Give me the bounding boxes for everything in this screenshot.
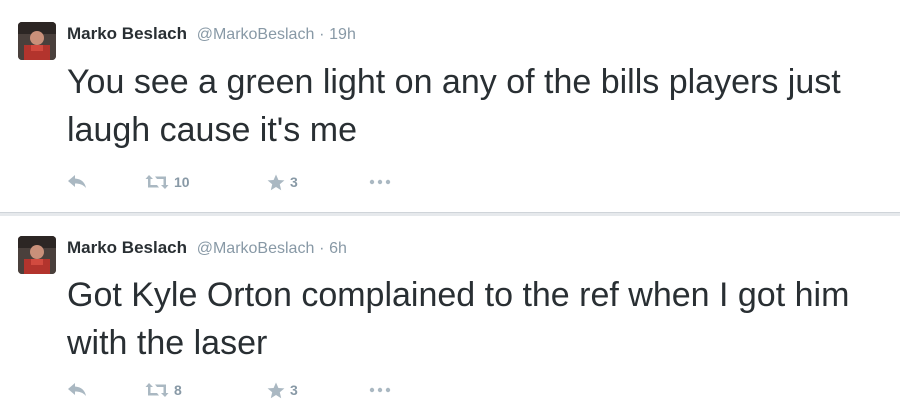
favorite-count: 3 [290, 382, 298, 398]
timestamp[interactable]: 6h [329, 240, 347, 257]
more-button[interactable] [369, 172, 391, 192]
tweet-header: Marko Beslach @MarkoBeslach · 6h [67, 238, 347, 258]
user-handle[interactable]: @MarkoBeslach [197, 26, 315, 43]
tweet-2: Marko Beslach @MarkoBeslach · 6h Got Kyl… [0, 216, 900, 420]
star-icon [267, 174, 285, 191]
reply-icon [67, 382, 87, 398]
favorite-button[interactable]: 3 [267, 380, 298, 400]
favorite-button[interactable]: 3 [267, 172, 298, 192]
ellipsis-icon [369, 387, 391, 393]
user-fullname[interactable]: Marko Beslach [67, 238, 187, 257]
tweet-text: Got Kyle Orton complained to the ref whe… [67, 276, 850, 362]
tweet-header: Marko Beslach @MarkoBeslach · 19h [67, 24, 356, 44]
tweet-text: You see a green light on any of the bill… [67, 63, 841, 149]
reply-button[interactable] [67, 380, 87, 400]
ellipsis-icon [369, 179, 391, 185]
retweet-count: 8 [174, 382, 182, 398]
separator: · [319, 240, 325, 257]
timestamp[interactable]: 19h [329, 26, 356, 43]
retweet-button[interactable]: 8 [145, 380, 182, 400]
reply-icon [67, 174, 87, 190]
retweet-icon [145, 382, 169, 398]
user-handle[interactable]: @MarkoBeslach [197, 240, 315, 257]
more-button[interactable] [369, 380, 391, 400]
retweet-button[interactable]: 10 [145, 172, 190, 192]
user-fullname[interactable]: Marko Beslach [67, 24, 187, 43]
star-icon [267, 382, 285, 399]
separator: · [319, 26, 325, 43]
retweet-count: 10 [174, 174, 190, 190]
reply-button[interactable] [67, 172, 87, 192]
retweet-icon [145, 174, 169, 190]
avatar[interactable] [18, 22, 56, 60]
avatar[interactable] [18, 236, 56, 274]
tweet-1: Marko Beslach @MarkoBeslach · 19h You se… [0, 0, 900, 212]
favorite-count: 3 [290, 174, 298, 190]
